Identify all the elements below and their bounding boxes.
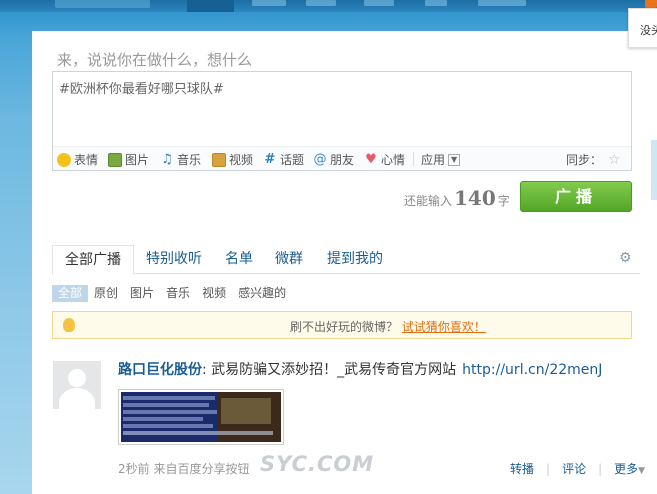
sync-control: 同步： ☆ — [566, 151, 621, 168]
corner-popup[interactable]: 没头 — [628, 8, 657, 48]
filter-pictures[interactable]: 图片 — [124, 285, 160, 302]
tab-special-follow[interactable]: 特别收听 — [146, 245, 202, 274]
post-actions: 转播 | 评论 | 更多▼ — [510, 460, 645, 477]
tool-mood[interactable]: ♥ 心情 — [364, 151, 405, 168]
notice-link[interactable]: 试试猜你喜欢！ — [402, 320, 486, 334]
avatar-placeholder-body — [59, 388, 95, 409]
tool-music[interactable]: ♫ 音乐 — [160, 151, 201, 168]
nav-item-active[interactable] — [187, 0, 234, 12]
char-remaining-prefix: 还能输入 — [404, 194, 453, 208]
tool-emoji-label: 表情 — [74, 153, 99, 167]
sync-label: 同步： — [566, 153, 603, 167]
thumb-line — [123, 396, 215, 400]
tool-friend[interactable]: @ 朋友 — [313, 151, 355, 168]
lightbulb-icon — [63, 318, 75, 332]
nav-item[interactable] — [252, 0, 286, 6]
tab-micro-groups[interactable]: 微群 — [275, 245, 303, 274]
music-icon: ♫ — [161, 151, 173, 167]
filter-interested[interactable]: 感兴趣的 — [232, 285, 292, 302]
status-input[interactable] — [53, 72, 631, 144]
tool-video-label: 视频 — [229, 153, 254, 167]
filter-all[interactable]: 全部 — [52, 285, 89, 302]
notification-badge[interactable] — [645, 0, 657, 8]
post-url[interactable]: http://url.cn/22menJ — [462, 362, 602, 378]
char-remaining: 还能输入 140 字 — [404, 186, 510, 210]
action-separator: | — [598, 461, 603, 476]
more-label: 更多 — [614, 462, 639, 476]
more-button[interactable]: 更多▼ — [614, 460, 645, 477]
nav-item[interactable] — [306, 0, 336, 6]
avatar-placeholder-head — [68, 369, 86, 387]
chevron-down-icon: ▼ — [638, 466, 646, 476]
post-source: 来自百度分享按钮 — [153, 462, 250, 476]
post-body: 武易防骗又添妙招！_武易传奇官方网站 — [206, 362, 457, 378]
tool-picture-label: 图片 — [125, 153, 150, 167]
repost-button[interactable]: 转播 — [510, 460, 534, 477]
topic-icon: # — [264, 151, 276, 167]
thumb-line — [123, 424, 213, 428]
watermark-logo: SYC.COM — [260, 452, 375, 476]
video-icon — [212, 152, 226, 167]
post-image-thumbnail[interactable] — [118, 389, 284, 445]
feed-filters: 全部 原创 图片 音乐 视频 感兴趣的 — [52, 285, 292, 302]
thumb-line — [123, 410, 217, 414]
broadcast-button[interactable]: 广播 — [520, 181, 632, 212]
avatar[interactable] — [53, 361, 101, 409]
post-author[interactable]: 路口巨化股份 — [118, 362, 202, 378]
tool-topic-label: 话题 — [280, 153, 305, 167]
heart-icon: ♥ — [365, 151, 377, 167]
notice-bar: 刷不出好玩的微博？ 试试猜你喜欢！ — [52, 311, 632, 339]
post-time[interactable]: 2秒前 — [118, 462, 150, 476]
comment-button[interactable]: 评论 — [562, 460, 586, 477]
tool-mood-label: 心情 — [381, 153, 406, 167]
tool-music-label: 音乐 — [177, 153, 202, 167]
feed-tabs: 全部广播 特别收听 名单 微群 提到我的 — [52, 245, 640, 275]
tool-emoji[interactable]: 表情 — [57, 151, 98, 168]
app-dropdown[interactable]: 应用 ▼ — [421, 151, 461, 168]
chevron-down-icon: ▼ — [448, 153, 461, 166]
notice-text-wrap: 刷不出好玩的微博？ 试试猜你喜欢！ — [290, 318, 486, 335]
picture-icon — [108, 152, 122, 167]
tool-topic[interactable]: # 话题 — [263, 151, 304, 168]
side-scroll-tab[interactable] — [651, 140, 657, 200]
star-icon[interactable]: ☆ — [608, 153, 621, 167]
emoji-icon — [57, 152, 71, 167]
post-content: 路口巨化股份: 武易防骗又添妙招！_武易传奇官方网站 http://url.cn/… — [118, 359, 602, 379]
composer-box: 表情 图片 ♫ 音乐 视频 # 话题 @ 朋友 ♥ 心情 应用 ▼ — [52, 71, 632, 171]
thumbnail-image — [121, 392, 281, 442]
tab-mentions[interactable]: 提到我的 — [327, 245, 383, 274]
action-separator: | — [546, 461, 551, 476]
app-dropdown-label: 应用 — [421, 153, 446, 167]
tab-lists[interactable]: 名单 — [225, 245, 253, 274]
filter-video[interactable]: 视频 — [196, 285, 232, 302]
thumb-line — [123, 417, 203, 421]
filter-original[interactable]: 原创 — [88, 285, 124, 302]
tool-video[interactable]: 视频 — [212, 151, 253, 168]
composer-toolbar: 表情 图片 ♫ 音乐 视频 # 话题 @ 朋友 ♥ 心情 应用 ▼ 同步： ☆ — [53, 146, 631, 170]
post-meta: 2秒前 来自百度分享按钮 — [118, 460, 249, 477]
corner-popup-text: 没头 — [640, 24, 657, 37]
filter-music[interactable]: 音乐 — [160, 285, 196, 302]
tool-picture[interactable]: 图片 — [108, 151, 149, 168]
at-friend-icon: @ — [313, 151, 327, 167]
notice-text: 刷不出好玩的微博？ — [290, 320, 399, 334]
nav-item[interactable] — [364, 0, 394, 6]
nav-item[interactable] — [425, 0, 447, 6]
char-remaining-count: 140 — [454, 186, 496, 210]
gear-icon[interactable]: ⚙ — [619, 250, 632, 266]
tab-all-broadcasts[interactable]: 全部广播 — [52, 245, 134, 275]
thumb-line — [123, 431, 273, 435]
composer-prompt: 来，说说你在做什么，想什么 — [57, 51, 253, 69]
nav-item[interactable] — [478, 0, 526, 6]
site-logo[interactable] — [55, 0, 150, 8]
thumb-block — [221, 398, 271, 424]
top-navigation-bar — [0, 0, 657, 12]
tool-friend-label: 朋友 — [330, 153, 355, 167]
char-remaining-suffix: 字 — [497, 194, 510, 208]
thumb-line — [123, 403, 209, 407]
toolbar-divider — [413, 152, 414, 166]
